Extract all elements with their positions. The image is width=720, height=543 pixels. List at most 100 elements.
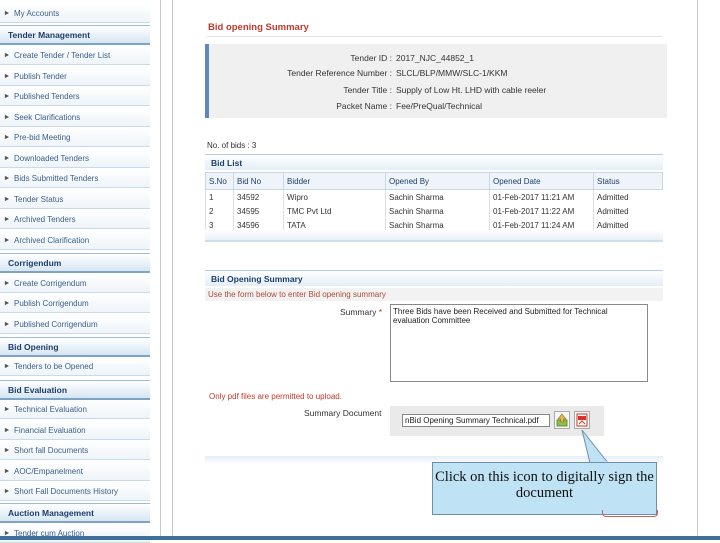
bullet-arrow-icon: ► — [3, 405, 11, 413]
column-header: Bid No — [233, 172, 284, 190]
packet-name-row: Packet Name : Fee/PreQual/Technical — [209, 101, 667, 117]
table-footer — [205, 230, 663, 242]
sidebar-item-short-fall-documents-history[interactable]: ► Short Fall Documents History — [0, 482, 150, 501]
sidebar-item-tender-status[interactable]: ► Tender Status — [0, 190, 150, 209]
sidebar-item-label: Published Tenders — [14, 91, 80, 101]
sidebar-item-published-corrigendum[interactable]: ► Published Corrigendum — [0, 315, 150, 334]
summary-label-text: Summary — [340, 307, 377, 317]
divider — [697, 0, 698, 540]
sidebar-item-create-tender-tender-list[interactable]: ► Create Tender / Tender List — [0, 46, 150, 65]
summary-textarea[interactable]: Three Bids have been Received and Submit… — [390, 304, 648, 382]
sidebar-item-technical-evaluation[interactable]: ► Technical Evaluation — [0, 400, 150, 419]
sidebar-section-auction-management[interactable]: Auction Management — [0, 503, 150, 523]
bullet-arrow-icon: ► — [3, 487, 11, 495]
bid-list-title: Bid List — [211, 158, 243, 168]
bullet-arrow-icon: ► — [3, 133, 11, 141]
sidebar-section-bid-evaluation[interactable]: Bid Evaluation — [0, 380, 150, 400]
tender-title-label: Tender Title : — [343, 85, 392, 95]
sidebar-item-downloaded-tenders[interactable]: ► Downloaded Tenders — [0, 149, 150, 168]
sidebar-item-label: My Accounts — [14, 8, 60, 18]
bid-count: No. of bids : 3 — [207, 141, 257, 150]
sidebar-section-corrigendum[interactable]: Corrigendum — [0, 253, 150, 273]
sidebar-section-bid-opening[interactable]: Bid Opening — [0, 337, 150, 357]
sidebar-item-label: Publish Tender — [14, 71, 67, 81]
bullet-arrow-icon: ► — [3, 51, 11, 59]
sidebar-item-label: Bids Submitted Tenders — [14, 173, 99, 183]
sidebar-item-label: Short Fall Documents History — [14, 486, 119, 496]
cell-opened-date: 01-Feb-2017 11:21 AM — [489, 189, 594, 204]
sidebar-item-bids-submitted-tenders[interactable]: ► Bids Submitted Tenders — [0, 169, 150, 188]
cell-status: Admitted — [593, 189, 663, 204]
sidebar-section-label: Bid Opening — [8, 341, 59, 352]
sidebar-item-tenders-to-be-opened[interactable]: ► Tenders to be Opened — [0, 357, 150, 376]
sidebar-item-create-corrigendum[interactable]: ► Create Corrigendum — [0, 274, 150, 293]
cell-opened-by: Sachin Sharma — [385, 204, 490, 218]
bullet-arrow-icon: ► — [3, 362, 11, 370]
sidebar-item-label: Downloaded Tenders — [14, 153, 90, 163]
cell-sno: 1 — [205, 189, 234, 204]
summary-document-field[interactable]: nBid Opening Summary Technical.pdf — [402, 414, 550, 427]
sidebar-section-label: Corrigendum — [8, 257, 62, 268]
instruction-callout: Click on this icon to digitally sign the… — [432, 462, 657, 515]
cell-sno: 2 — [205, 204, 234, 218]
sidebar-item-label: Technical Evaluation — [14, 404, 87, 414]
column-header: Opened Date — [489, 172, 594, 190]
cell-opened-by: Sachin Sharma — [385, 189, 490, 204]
sidebar: ► My Accounts Tender Management ► Create Ten… — [0, 0, 150, 543]
sidebar-item-aoc-empanelment[interactable]: ► AOC/Empanelment — [0, 462, 150, 481]
sidebar-item-archived-clarification[interactable]: ► Archived Clarification — [0, 231, 150, 250]
sidebar-section-tender-management[interactable]: Tender Management — [0, 25, 150, 45]
sidebar-item-pre-bid-meeting[interactable]: ► Pre-bid Meeting — [0, 128, 150, 147]
summary-document-label: Summary Document — [304, 408, 382, 418]
cell-status: Admitted — [593, 204, 663, 218]
bullet-arrow-icon: ► — [3, 236, 11, 244]
tender-reference-label: Tender Reference Number : — [287, 68, 392, 78]
sidebar-item-label: Publish Corrigendum — [14, 298, 89, 308]
table-header-row: S.No Bid No Bidder Opened By Opened Date… — [205, 172, 663, 190]
opening-summary-title: Bid Opening Summary — [211, 274, 303, 284]
tender-reference-row: Tender Reference Number : SLCL/BLP/MMW/S… — [209, 68, 667, 84]
form-hint: Use the form below to enter Bid opening … — [205, 288, 663, 301]
bullet-arrow-icon: ► — [3, 279, 11, 287]
cell-bid-no: 34592 — [233, 189, 284, 204]
sidebar-item-short-fall-documents[interactable]: ► Short fall Documents — [0, 441, 150, 460]
tender-id-label: Tender ID : — [350, 53, 392, 63]
tender-info-panel: Tender ID : 2017_NJC_44852_1 Tender Refe… — [205, 44, 667, 118]
sidebar-item-seek-clarifications[interactable]: ► Seek Clarifications — [0, 108, 150, 127]
bullet-arrow-icon: ► — [3, 174, 11, 182]
footer-bar — [0, 536, 720, 540]
required-mark: * — [378, 307, 383, 317]
bullet-arrow-icon: ► — [3, 215, 11, 223]
sidebar-item-published-tenders[interactable]: ► Published Tenders — [0, 87, 150, 106]
sidebar-item-tender-cum-auction[interactable]: ► Tender cum Auction — [0, 524, 150, 543]
sidebar-item-label: Seek Clarifications — [14, 112, 81, 122]
table-row: 2 34595 TMC Pvt Ltd Sachin Sharma 01-Feb… — [205, 204, 663, 218]
sidebar-item-label: Published Corrigendum — [14, 319, 98, 329]
callout-pointer — [581, 429, 610, 464]
column-header: Bidder — [283, 172, 386, 190]
sidebar-item-my-accounts[interactable]: ► My Accounts — [0, 4, 150, 23]
cell-opened-date: 01-Feb-2017 11:22 AM — [489, 204, 594, 218]
sidebar-item-financial-evaluation[interactable]: ► Financial Evaluation — [0, 421, 150, 440]
bullet-arrow-icon: ► — [3, 72, 11, 80]
bullet-arrow-icon: ► — [3, 467, 11, 475]
column-header: S.No — [205, 172, 234, 190]
tender-reference-value: SLCL/BLP/MMW/SLC-1/KKM — [396, 68, 508, 78]
sidebar-item-publish-corrigendum[interactable]: ► Publish Corrigendum — [0, 294, 150, 313]
table-row: 1 34592 Wipro Sachin Sharma 01-Feb-2017 … — [205, 189, 663, 204]
pdf-only-note: Only pdf files are permitted to upload. — [209, 392, 342, 401]
cell-bidder: Wipro — [283, 189, 386, 204]
sidebar-item-label: Create Tender / Tender List — [14, 50, 111, 60]
bullet-arrow-icon: ► — [3, 113, 11, 121]
divider — [160, 0, 161, 540]
cell-bidder: TMC Pvt Ltd — [283, 204, 386, 218]
divider — [172, 0, 173, 540]
bullet-arrow-icon: ► — [3, 195, 11, 203]
partial-button[interactable] — [602, 510, 658, 517]
sidebar-item-archived-tenders[interactable]: ► Archived Tenders — [0, 210, 150, 229]
column-header: Status — [593, 172, 663, 190]
sidebar-item-publish-tender[interactable]: ► Publish Tender — [0, 67, 150, 86]
sidebar-item-label: Archived Tenders — [14, 214, 76, 224]
bullet-arrow-icon: ► — [3, 92, 11, 100]
bullet-arrow-icon: ► — [3, 9, 11, 17]
